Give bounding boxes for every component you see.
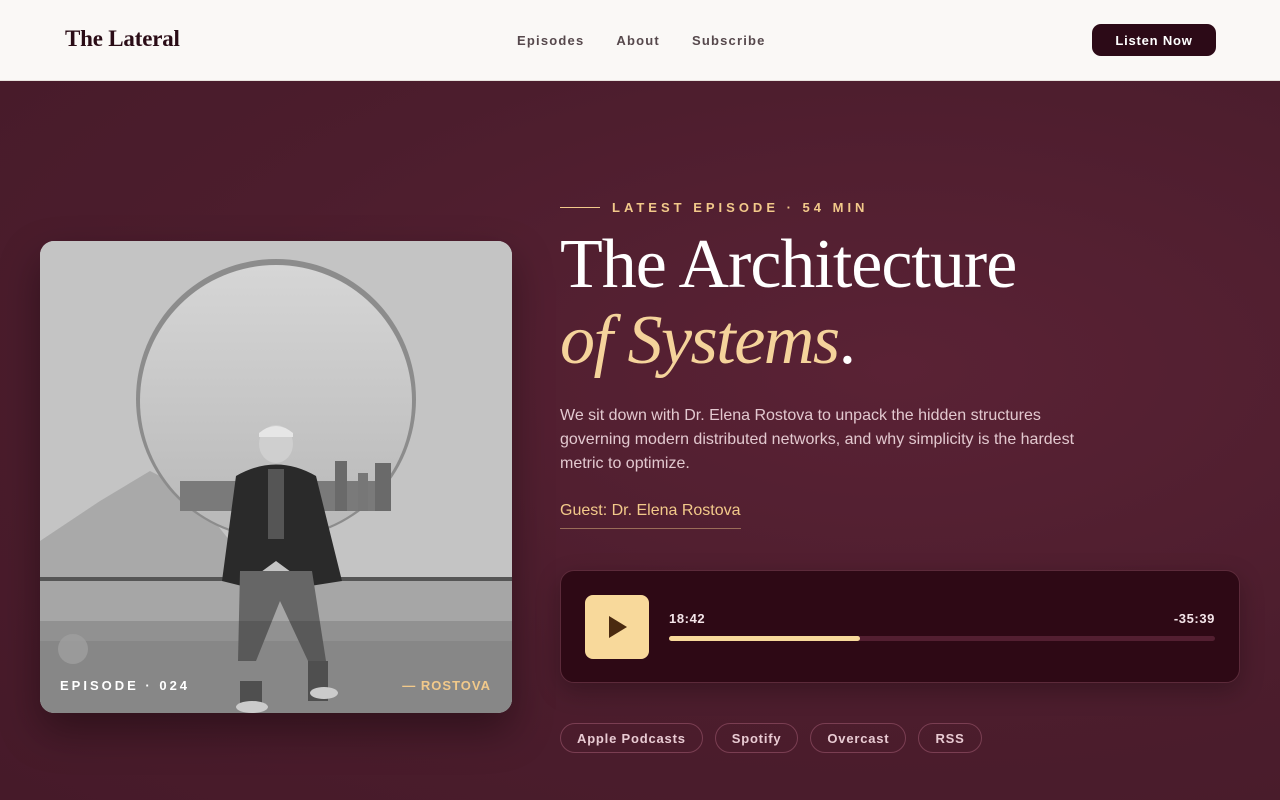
episode-number: EPISODE · 024 [60,678,191,693]
guest-link[interactable]: Guest: Dr. Elena Rostova [560,502,741,529]
play-icon [609,616,627,638]
site-logo[interactable]: The Lateral [65,26,180,52]
title-italic: of Systems [560,302,840,379]
episode-artwork: EPISODE · 024 — ROSTOVA [40,241,512,713]
progress-fill [669,636,861,641]
platform-overcast[interactable]: Overcast [810,723,907,753]
listen-now-button[interactable]: Listen Now [1092,24,1216,56]
episode-title-line2: of Systems. [560,302,857,379]
episode-title-line1: The Architecture [560,226,1017,303]
nav-episodes[interactable]: Episodes [517,33,584,48]
play-button[interactable] [585,595,649,659]
platform-apple-podcasts[interactable]: Apple Podcasts [560,723,703,753]
artwork-photo [40,241,512,713]
remaining-time: -35:39 [1173,611,1215,626]
nav-about[interactable]: About [616,33,660,48]
guest-tag: — ROSTOVA [402,678,491,693]
episode-kicker: LATEST EPISODE · 54 MIN [560,200,868,215]
platform-spotify[interactable]: Spotify [714,723,799,753]
elapsed-time: 18:42 [669,611,706,626]
audio-player: 18:42 -35:39 [560,570,1240,683]
kicker-text: LATEST EPISODE · 54 MIN [612,200,869,215]
platform-links: Apple Podcasts Spotify Overcast RSS [560,723,994,753]
platform-rss[interactable]: RSS [918,723,982,753]
nav-subscribe[interactable]: Subscribe [692,33,766,48]
episode-description: We sit down with Dr. Elena Rostova to un… [560,407,1075,472]
kicker-rule [560,207,600,208]
progress-track[interactable] [669,636,1215,641]
site-header: The Lateral Episodes About Subscribe Lis… [0,0,1280,81]
title-period: . [838,302,857,379]
main-nav: Episodes About Subscribe [517,33,798,48]
